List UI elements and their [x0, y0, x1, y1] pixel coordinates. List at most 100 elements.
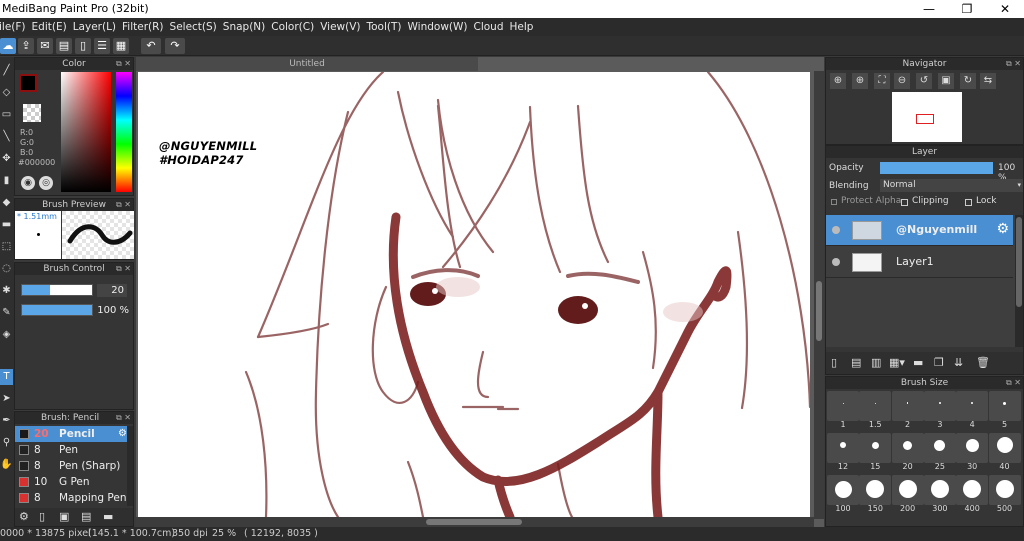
list-icon[interactable]: ☰: [94, 38, 110, 54]
clipping-checkbox[interactable]: [901, 199, 908, 206]
menu-snap[interactable]: Snap(N): [220, 18, 268, 36]
brush-size-cell[interactable]: 150: [859, 475, 892, 513]
speech-icon[interactable]: ▤: [56, 38, 72, 54]
close-button[interactable]: ✕: [986, 0, 1024, 18]
brush-list-scrollbar[interactable]: [127, 426, 133, 506]
share-icon[interactable]: ⇪: [18, 38, 34, 54]
color-settings-icon[interactable]: ◎: [39, 176, 53, 190]
layer-list-scrollbar[interactable]: [1015, 215, 1023, 347]
delete-layer-icon[interactable]: 🗑: [976, 356, 990, 369]
menu-view[interactable]: View(V): [317, 18, 363, 36]
brush-folder-icon[interactable]: ▬: [103, 510, 113, 523]
bucket-tool-icon[interactable]: ◆: [0, 195, 13, 211]
foreground-color-swatch[interactable]: [19, 74, 37, 92]
select-eraser-tool-icon[interactable]: ◈: [0, 327, 13, 343]
brush-size-cell[interactable]: 20: [891, 433, 924, 471]
menu-select[interactable]: Select(S): [167, 18, 220, 36]
brush-new-icon[interactable]: ▯: [39, 510, 45, 523]
brush-size-cell[interactable]: 500: [988, 475, 1021, 513]
brush-list-item[interactable]: 20 Pencil ⚙: [15, 426, 133, 442]
background-color-swatch[interactable]: [23, 104, 41, 122]
menu-tool[interactable]: Tool(T): [364, 18, 405, 36]
hue-slider[interactable]: [116, 72, 132, 192]
brush-size-cell[interactable]: 2: [891, 391, 924, 429]
brush-list-item[interactable]: 8 Mapping Pen: [15, 490, 133, 506]
menu-file[interactable]: ile(F): [0, 18, 29, 36]
page-icon[interactable]: ▯: [75, 38, 91, 54]
brush-size-cell[interactable]: 200: [891, 475, 924, 513]
brush-size-cell[interactable]: 4: [956, 391, 989, 429]
lock-checkbox[interactable]: [965, 199, 972, 206]
panel-controls-icon[interactable]: ⧉ ✕: [116, 58, 131, 70]
menu-cloud[interactable]: Cloud: [471, 18, 507, 36]
operation-tool-icon[interactable]: ➤: [0, 391, 13, 407]
zoom-in-icon[interactable]: ⊕: [830, 73, 846, 89]
document-tab[interactable]: Untitled: [136, 57, 478, 71]
maximize-button[interactable]: ❐: [948, 0, 986, 18]
menu-edit[interactable]: Edit(E): [29, 18, 70, 36]
document-canvas[interactable]: @NGUYENMILL #HOIDAP247: [138, 72, 810, 517]
brush-size-cell[interactable]: 100: [827, 475, 859, 513]
brush-size-cell[interactable]: 1.5: [859, 391, 892, 429]
fit-icon[interactable]: ⛶: [874, 73, 890, 89]
brush-size-slider[interactable]: [21, 284, 93, 296]
palette-icon[interactable]: ◉: [21, 176, 35, 190]
brush-size-value[interactable]: 20: [97, 284, 127, 297]
menu-window[interactable]: Window(W): [405, 18, 471, 36]
merge-layer-icon[interactable]: ⇊: [954, 356, 963, 369]
brush-size-cell[interactable]: 30: [956, 433, 989, 471]
panel-controls-icon[interactable]: ⧉ ✕: [1006, 377, 1021, 389]
panel-controls-icon[interactable]: ⧉ ✕: [116, 412, 131, 424]
brush-size-cell[interactable]: 25: [923, 433, 956, 471]
brush-size-cell[interactable]: 400: [956, 475, 989, 513]
brush-list-item[interactable]: 10 G Pen: [15, 474, 133, 490]
magic-wand-tool-icon[interactable]: ✱: [0, 283, 13, 299]
layer-row[interactable]: @Nguyenmill ⚙: [826, 215, 1013, 246]
menu-layer[interactable]: Layer(L): [70, 18, 119, 36]
pen-tool-icon[interactable]: ╱: [0, 63, 13, 79]
blending-dropdown[interactable]: Normal ▾: [880, 179, 1023, 192]
select-rect-tool-icon[interactable]: ⬚: [0, 239, 13, 255]
menu-filter[interactable]: Filter(R): [119, 18, 167, 36]
new-halftone-layer-icon[interactable]: ▤: [851, 356, 861, 369]
canvas-horizontal-scrollbar[interactable]: [136, 517, 814, 527]
gradient-tool-icon[interactable]: ▬: [0, 217, 13, 233]
panel-controls-icon[interactable]: ⧉ ✕: [116, 263, 131, 275]
rotate-left-icon[interactable]: ↺: [916, 73, 932, 89]
visibility-eye-icon[interactable]: [832, 258, 840, 266]
undo-icon[interactable]: ↶: [141, 38, 161, 54]
brush-copy-icon[interactable]: ▣: [59, 510, 69, 523]
visibility-eye-icon[interactable]: [832, 226, 840, 234]
panel-controls-icon[interactable]: ⧉ ✕: [1006, 58, 1021, 70]
layer-settings-icon[interactable]: ⚙: [996, 221, 1009, 237]
brush-settings-icon[interactable]: ⚙: [118, 426, 127, 442]
brush-size-cell[interactable]: 3: [923, 391, 956, 429]
brush-size-cell[interactable]: 1: [827, 391, 859, 429]
fullscreen-icon[interactable]: ▣: [938, 73, 954, 89]
menu-color[interactable]: Color(C): [268, 18, 317, 36]
brush-size-cell[interactable]: 300: [923, 475, 956, 513]
brush-edit-icon[interactable]: ▤: [81, 510, 91, 523]
rotate-right-icon[interactable]: ↻: [960, 73, 976, 89]
panels-icon[interactable]: ▦: [113, 38, 129, 54]
flip-icon[interactable]: ⇆: [980, 73, 996, 89]
cloud-icon[interactable]: ☁: [0, 38, 16, 54]
minimize-button[interactable]: —: [910, 0, 948, 18]
hand-tool-icon[interactable]: ✋: [0, 457, 13, 473]
layer-row[interactable]: Layer1: [826, 247, 1013, 278]
brush-size-cell[interactable]: 12: [827, 433, 859, 471]
brush-add-icon[interactable]: ⚙: [19, 510, 29, 523]
navigator-thumbnail[interactable]: [892, 92, 962, 142]
protect-alpha-checkbox[interactable]: [831, 199, 837, 205]
eraser-tool-icon[interactable]: ◇: [0, 85, 13, 101]
dropper-tool-icon[interactable]: ✒: [0, 413, 13, 429]
menu-help[interactable]: Help: [507, 18, 537, 36]
text-tool-icon[interactable]: T: [0, 369, 13, 385]
brush-list-item[interactable]: 8 Pen: [15, 442, 133, 458]
move-tool-icon[interactable]: ✥: [0, 151, 13, 167]
canvas-vertical-scrollbar[interactable]: [814, 71, 824, 519]
rect-tool-icon[interactable]: ▭: [0, 107, 13, 123]
new-folder-icon[interactable]: ▥: [871, 356, 881, 369]
select-pen-tool-icon[interactable]: ✎: [0, 305, 13, 321]
layer-opacity-slider[interactable]: [880, 162, 993, 174]
